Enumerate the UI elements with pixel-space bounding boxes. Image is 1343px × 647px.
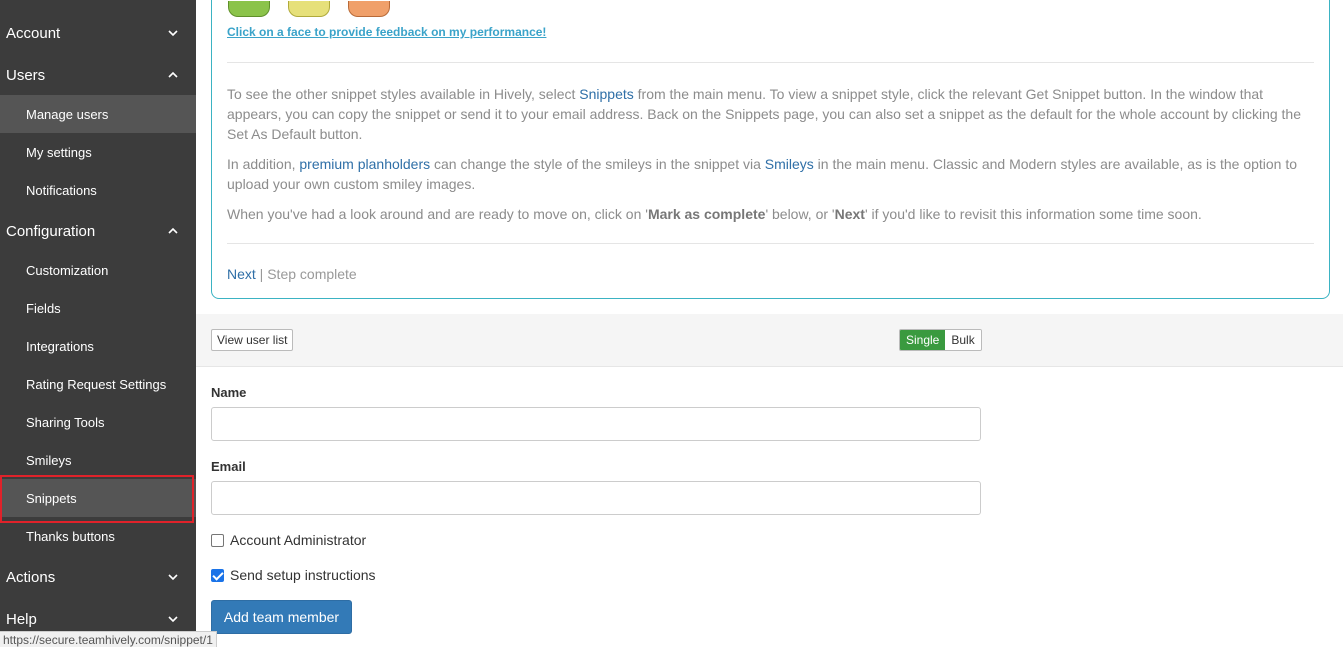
feedback-link[interactable]: Click on a face to provide feedback on m… — [227, 25, 546, 39]
tutorial-panel: Click on a face to provide feedback on m… — [211, 0, 1330, 299]
chevron-down-icon — [168, 574, 178, 581]
sidebar-item-label: Manage users — [26, 106, 109, 122]
email-field[interactable] — [211, 481, 981, 515]
name-field[interactable] — [211, 407, 981, 441]
text: In addition, — [227, 156, 300, 172]
text: ' if you'd like to revisit this informat… — [864, 206, 1202, 222]
send-setup-checkbox-row[interactable]: Send setup instructions — [211, 567, 376, 583]
chevron-down-icon — [168, 30, 178, 37]
sidebar-item-snippets[interactable]: Snippets — [0, 479, 196, 517]
main-content: Click on a face to provide feedback on m… — [196, 0, 1343, 647]
tutorial-paragraph-1: To see the other snippet styles availabl… — [227, 84, 1317, 144]
chevron-up-icon — [168, 71, 178, 78]
sidebar-section-label: Help — [6, 610, 37, 628]
email-label: Email — [211, 459, 246, 474]
sidebar-item-label: My settings — [26, 144, 92, 160]
sidebar: Account Users Manage users My settings N… — [0, 0, 196, 647]
sidebar-section-configuration[interactable]: Configuration — [0, 211, 196, 251]
single-mode-button[interactable]: Single — [900, 330, 946, 350]
sidebar-item-label: Smileys — [26, 452, 72, 468]
chevron-up-icon — [168, 227, 178, 234]
text: To see the other snippet styles availabl… — [227, 86, 580, 102]
account-admin-checkbox[interactable] — [211, 533, 224, 547]
account-admin-checkbox-row[interactable]: Account Administrator — [211, 532, 366, 548]
sidebar-item-fields[interactable]: Fields — [0, 289, 196, 327]
sidebar-item-manage-users[interactable]: Manage users — [0, 95, 196, 133]
next-link[interactable]: Next — [227, 266, 256, 282]
sidebar-item-customization[interactable]: Customization — [0, 251, 196, 289]
divider — [227, 62, 1314, 63]
sidebar-section-actions[interactable]: Actions — [0, 557, 196, 597]
add-team-member-button[interactable]: Add team member — [211, 600, 352, 634]
view-user-list-button[interactable]: View user list — [211, 329, 294, 351]
sidebar-item-my-settings[interactable]: My settings — [0, 133, 196, 171]
sidebar-item-label: Thanks buttons — [26, 528, 115, 544]
sidebar-item-thanks-buttons[interactable]: Thanks buttons — [0, 517, 196, 555]
feedback-faces — [228, 1, 390, 19]
sidebar-section-label: Users — [6, 66, 46, 84]
text: When you've had a look around and are re… — [227, 206, 648, 222]
text: can change the style of the smileys in t… — [430, 156, 765, 172]
text: Mark as complete — [647, 206, 766, 222]
happy-face-icon[interactable] — [228, 1, 270, 17]
sidebar-item-label: Integrations — [26, 338, 94, 354]
sidebar-section-users[interactable]: Users — [0, 55, 196, 95]
tutorial-paragraph-2: In addition, premium planholders can cha… — [227, 154, 1317, 194]
sidebar-section-label: Configuration — [6, 222, 96, 240]
sidebar-item-label: Customization — [26, 262, 109, 278]
sidebar-section-label: Account — [6, 24, 61, 42]
smileys-link[interactable]: Smileys — [765, 156, 814, 172]
status-bar-url: https://secure.teamhively.com/snippet/1 — [0, 631, 217, 647]
step-complete-link[interactable]: Step complete — [267, 266, 357, 282]
sidebar-section-account[interactable]: Account — [0, 13, 196, 53]
text: ' below, or ' — [765, 206, 835, 222]
sidebar-item-notifications[interactable]: Notifications — [0, 171, 196, 209]
sidebar-item-integrations[interactable]: Integrations — [0, 327, 196, 365]
sidebar-item-sharing-tools[interactable]: Sharing Tools — [0, 403, 196, 441]
snippets-link[interactable]: Snippets — [579, 86, 633, 102]
text: Next — [834, 206, 865, 222]
separator: | — [255, 266, 268, 282]
sidebar-item-label: Fields — [26, 300, 61, 316]
neutral-face-icon[interactable] — [288, 1, 330, 17]
mode-toggle: Single Bulk — [899, 329, 982, 351]
name-label: Name — [211, 385, 247, 400]
premium-planholders-link[interactable]: premium planholders — [299, 156, 430, 172]
sidebar-section-label: Actions — [6, 568, 56, 586]
sidebar-item-label: Sharing Tools — [26, 414, 105, 430]
sidebar-item-rating-request-settings[interactable]: Rating Request Settings — [0, 365, 196, 403]
sidebar-item-smileys[interactable]: Smileys — [0, 441, 196, 479]
divider — [227, 243, 1314, 244]
sidebar-item-label: Rating Request Settings — [26, 376, 167, 392]
send-setup-checkbox[interactable] — [211, 568, 224, 582]
step-links: Next | Step complete — [227, 266, 357, 282]
send-setup-label: Send setup instructions — [230, 567, 376, 583]
sidebar-item-label: Snippets — [26, 490, 77, 506]
toolbar: View user list Single Bulk — [196, 314, 1343, 367]
bulk-mode-button[interactable]: Bulk — [945, 330, 981, 350]
sad-face-icon[interactable] — [348, 1, 390, 17]
sidebar-item-label: Notifications — [26, 182, 97, 198]
chevron-down-icon — [168, 616, 178, 623]
tutorial-paragraph-3: When you've had a look around and are re… — [227, 204, 1317, 224]
account-admin-label: Account Administrator — [230, 532, 367, 548]
